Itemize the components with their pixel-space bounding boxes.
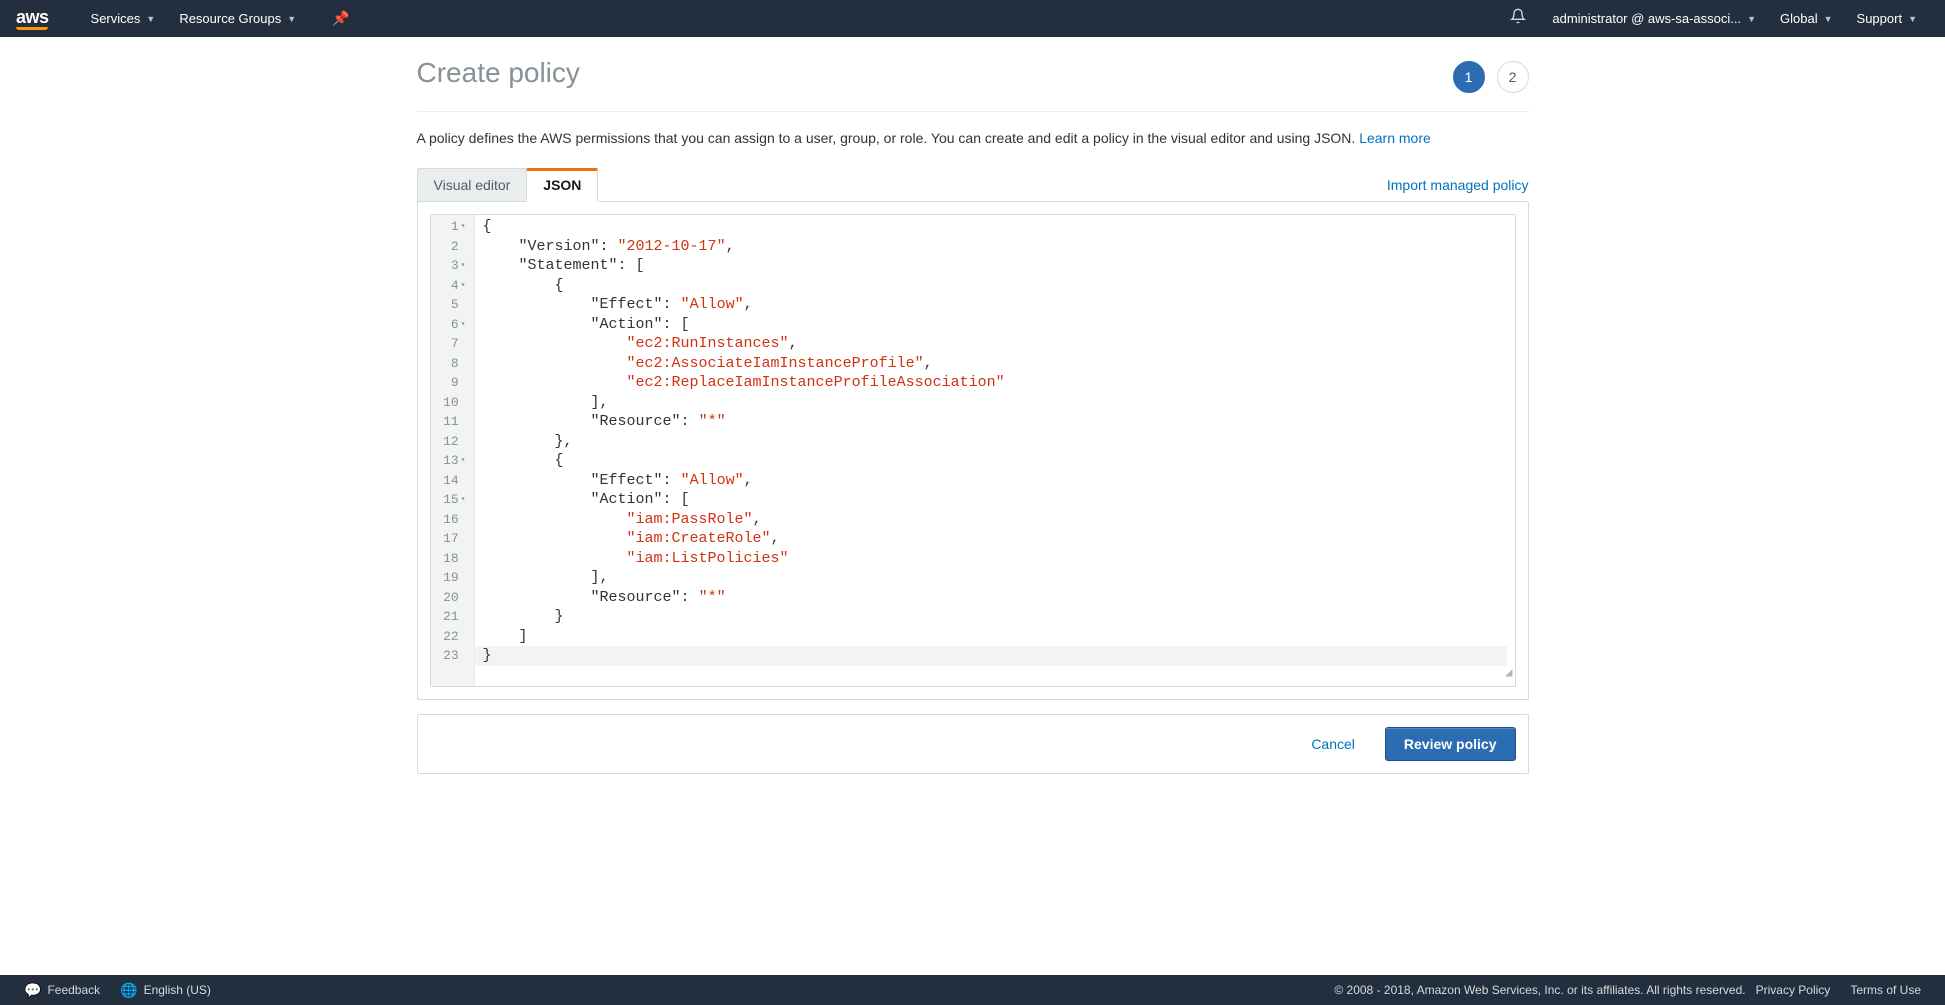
region-label: Global — [1780, 11, 1818, 26]
resize-handle-icon[interactable]: ◢ — [1505, 664, 1512, 684]
tab-visual-editor[interactable]: Visual editor — [417, 168, 528, 202]
cancel-button[interactable]: Cancel — [1299, 728, 1367, 760]
resource-groups-label: Resource Groups — [179, 11, 281, 26]
pin-icon[interactable]: 📌 — [320, 10, 361, 27]
feedback-link[interactable]: 💬 Feedback — [14, 982, 110, 999]
terms-of-use-link[interactable]: Terms of Use — [1840, 983, 1931, 997]
learn-more-link[interactable]: Learn more — [1359, 130, 1431, 146]
services-menu[interactable]: Services ▼ — [79, 11, 168, 26]
code-area[interactable]: { "Version": "2012-10-17", "Statement": … — [475, 215, 1515, 686]
review-policy-button[interactable]: Review policy — [1385, 727, 1516, 761]
aws-logo[interactable]: aws — [16, 8, 49, 30]
description-text: A policy defines the AWS permissions tha… — [417, 130, 1360, 146]
wizard-steps: 1 2 — [1453, 61, 1529, 93]
editor-tabs: Visual editor JSON — [417, 168, 598, 202]
page-header: Create policy 1 2 — [417, 57, 1529, 112]
chat-icon: 💬 — [24, 982, 41, 999]
caret-down-icon: ▼ — [1824, 14, 1833, 24]
privacy-policy-link[interactable]: Privacy Policy — [1746, 983, 1841, 997]
step-2[interactable]: 2 — [1497, 61, 1529, 93]
top-navbar: aws Services ▼ Resource Groups ▼ 📌 admin… — [0, 0, 1945, 37]
resource-groups-menu[interactable]: Resource Groups ▼ — [167, 11, 308, 26]
account-menu[interactable]: administrator @ aws-sa-associ... ▼ — [1540, 11, 1768, 26]
import-managed-policy-link[interactable]: Import managed policy — [1387, 177, 1529, 193]
main-container: Create policy 1 2 A policy defines the A… — [417, 37, 1529, 774]
json-editor[interactable]: 1▾2 3▾4▾5 6▾7 8 9 10 11 12 13▾14 15▾16 1… — [430, 214, 1516, 687]
globe-icon: 🌐 — [120, 982, 137, 999]
actions-panel: Cancel Review policy — [417, 714, 1529, 774]
page-description: A policy defines the AWS permissions tha… — [417, 112, 1529, 168]
caret-down-icon: ▼ — [1747, 14, 1756, 24]
tabs-row: Visual editor JSON Import managed policy — [417, 168, 1529, 202]
aws-logo-swoosh — [16, 27, 48, 30]
aws-logo-text: aws — [16, 8, 49, 26]
tab-json[interactable]: JSON — [526, 168, 598, 202]
caret-down-icon: ▼ — [1908, 14, 1917, 24]
caret-down-icon: ▼ — [287, 14, 296, 24]
support-menu[interactable]: Support ▼ — [1845, 11, 1929, 26]
editor-panel: 1▾2 3▾4▾5 6▾7 8 9 10 11 12 13▾14 15▾16 1… — [417, 201, 1529, 700]
caret-down-icon: ▼ — [146, 14, 155, 24]
support-label: Support — [1857, 11, 1903, 26]
region-menu[interactable]: Global ▼ — [1768, 11, 1845, 26]
language-selector[interactable]: 🌐 English (US) — [110, 982, 221, 999]
copyright-text: © 2008 - 2018, Amazon Web Services, Inc.… — [1334, 983, 1745, 997]
footer-bar: 💬 Feedback 🌐 English (US) © 2008 - 2018,… — [0, 975, 1945, 1005]
step-1[interactable]: 1 — [1453, 61, 1485, 93]
line-gutter: 1▾2 3▾4▾5 6▾7 8 9 10 11 12 13▾14 15▾16 1… — [431, 215, 475, 686]
feedback-label: Feedback — [47, 983, 100, 997]
services-label: Services — [91, 11, 141, 26]
page-title: Create policy — [417, 57, 580, 89]
language-label: English (US) — [144, 983, 211, 997]
account-label: administrator @ aws-sa-associ... — [1552, 11, 1741, 26]
notifications-icon[interactable] — [1496, 8, 1540, 29]
